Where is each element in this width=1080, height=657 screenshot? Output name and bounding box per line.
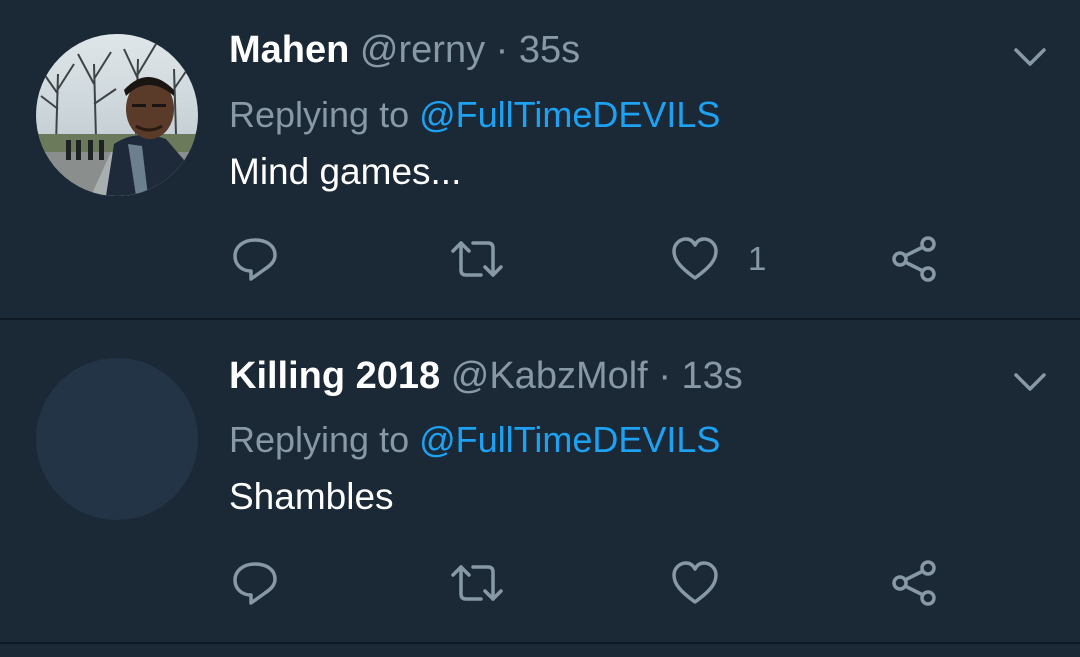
tweet[interactable]: Mahen @rerny · 35s Replying to @FullTime…	[0, 0, 1080, 318]
avatar[interactable]	[36, 34, 198, 196]
retweet-button[interactable]	[449, 231, 505, 287]
reply-icon	[233, 238, 277, 281]
separator-dot: ·	[658, 355, 671, 397]
timestamp[interactable]: 13s	[682, 355, 743, 397]
avatar-placeholder[interactable]	[36, 358, 198, 520]
tweet-header: Mahen @rerny · 35s	[229, 27, 580, 73]
tweet-header: Killing 2018 @KabzMolf · 13s	[229, 353, 743, 399]
user-handle[interactable]: @rerny	[360, 29, 485, 71]
like-count: 1	[748, 240, 767, 277]
display-name[interactable]: Mahen	[229, 29, 349, 71]
display-name[interactable]: Killing 2018	[229, 355, 440, 397]
tweet-text: Shambles	[229, 476, 394, 517]
chevron-down-icon[interactable]	[1010, 362, 1050, 402]
replying-to-link[interactable]: @FullTimeDEVILS	[419, 419, 720, 460]
timestamp[interactable]: 35s	[519, 29, 580, 71]
tweet[interactable]: Killing 2018 @KabzMolf · 13s Replying to…	[0, 320, 1080, 642]
user-handle[interactable]: @KabzMolf	[451, 355, 648, 397]
like-button[interactable]	[670, 555, 720, 611]
like-button[interactable]: 1	[670, 231, 766, 287]
separator-dot: ·	[495, 29, 509, 71]
replying-to-label: Replying to	[229, 419, 410, 460]
tweet-text: Mind games...	[229, 151, 462, 192]
avatar-photo	[36, 34, 198, 196]
retweet-button[interactable]	[449, 555, 505, 611]
like-icon	[672, 561, 718, 604]
tweet-feed: Mahen @rerny · 35s Replying to @FullTime…	[0, 0, 1080, 657]
share-icon	[892, 560, 936, 606]
reply-button[interactable]	[230, 231, 280, 287]
reply-button[interactable]	[230, 555, 280, 611]
share-button[interactable]	[890, 555, 940, 611]
replying-to: Replying to @FullTimeDEVILS	[229, 418, 720, 462]
retweet-icon	[451, 241, 503, 277]
replying-to-link[interactable]: @FullTimeDEVILS	[419, 94, 720, 135]
chevron-down-icon[interactable]	[1010, 37, 1050, 77]
replying-to-label: Replying to	[229, 94, 410, 135]
share-icon	[892, 236, 936, 282]
share-button[interactable]	[890, 231, 940, 287]
reply-icon	[233, 562, 277, 605]
retweet-icon	[451, 565, 503, 601]
like-icon	[672, 237, 718, 280]
replying-to: Replying to @FullTimeDEVILS	[229, 93, 720, 137]
tweet-divider	[0, 642, 1080, 644]
